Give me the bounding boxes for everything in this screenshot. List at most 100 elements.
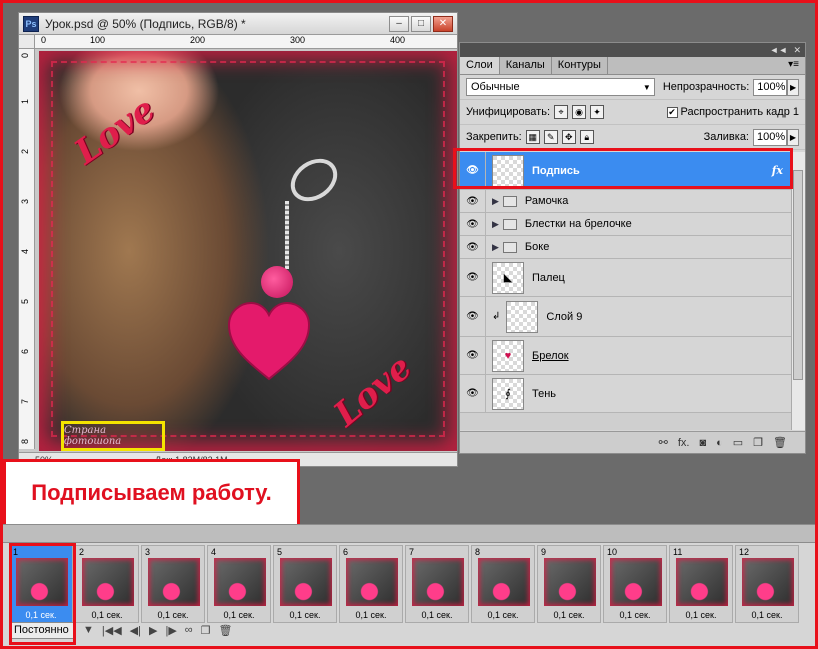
lock-move-icon[interactable]: ✥ — [561, 130, 576, 144]
layer-thumbnail: ∮ — [492, 377, 524, 410]
eye-icon[interactable]: 👁︎ — [460, 259, 486, 296]
ruler-mark: 1 — [20, 99, 30, 105]
eye-icon[interactable]: 👁︎ — [460, 213, 486, 235]
frame-number: 3 — [145, 547, 151, 557]
unify-visibility-icon[interactable]: ◉ — [572, 105, 587, 119]
loop-select[interactable]: Постоянно — [9, 621, 75, 639]
animation-frame[interactable]: 6 0,1 сек. — [339, 545, 403, 623]
new-layer-icon[interactable]: ❐ — [753, 436, 763, 449]
animation-frame[interactable]: 5 0,1 сек. — [273, 545, 337, 623]
expand-triangle-icon[interactable]: ▶ — [492, 219, 499, 230]
frame-delay[interactable]: 0,1 сек. — [274, 610, 336, 620]
unify-position-icon[interactable]: ⌖ — [554, 105, 569, 119]
scrollbar-thumb[interactable] — [793, 170, 803, 380]
frame-number: 1 — [13, 547, 19, 557]
panel-close-icon[interactable]: ✕ — [793, 45, 801, 56]
animation-frame[interactable]: 1 0,1 сек. — [9, 545, 73, 623]
first-frame-icon[interactable]: |◀◀ — [102, 624, 122, 637]
frame-delay[interactable]: 0,1 сек. — [670, 610, 732, 620]
animation-frame[interactable]: 11 0,1 сек. — [669, 545, 733, 623]
frame-delay[interactable]: 0,1 сек. — [10, 610, 72, 620]
layer-item[interactable]: 👁︎ ◣ Палец — [460, 259, 791, 297]
animation-frame[interactable]: 4 0,1 сек. — [207, 545, 271, 623]
layer-name: Боке — [524, 241, 550, 253]
collapse-icon[interactable]: ◄◄ — [770, 45, 788, 55]
animation-frame[interactable]: 9 0,1 сек. — [537, 545, 601, 623]
play-icon[interactable]: ▶ — [149, 624, 157, 637]
lock-all-icon[interactable]: 🔒︎ — [579, 130, 594, 144]
maximize-button[interactable]: □ — [411, 15, 431, 32]
panel-menu-icon[interactable]: ▾≡ — [782, 57, 805, 74]
layer-group[interactable]: 👁︎ ▶ Блестки на брелочке — [460, 213, 791, 236]
frame-delay[interactable]: 0,1 сек. — [76, 610, 138, 620]
close-button[interactable]: ✕ — [433, 15, 453, 32]
unify-row: Унифицировать: ⌖ ◉ ✦ ✔ Распространить ка… — [460, 100, 805, 125]
delete-frame-icon[interactable]: 🗑︎ — [219, 624, 233, 637]
duplicate-frame-icon[interactable]: ❐ — [201, 624, 211, 637]
tab-channels[interactable]: Каналы — [499, 57, 552, 74]
animation-frame[interactable]: 2 0,1 сек. — [75, 545, 139, 623]
expand-triangle-icon[interactable]: ▶ — [492, 196, 499, 207]
minimize-button[interactable]: – — [389, 15, 409, 32]
vertical-ruler[interactable]: 0 1 2 3 4 5 6 7 8 — [19, 49, 35, 449]
layer-group[interactable]: 👁︎ ▶ Рамочка — [460, 190, 791, 213]
mask-icon[interactable]: ◙ — [699, 437, 706, 449]
prev-frame-icon[interactable]: ◀| — [130, 624, 141, 637]
layer-item[interactable]: 👁︎ ∮ Тень — [460, 375, 791, 413]
layer-item[interactable]: 👁︎ Подпись fx — [460, 152, 791, 190]
next-frame-icon[interactable]: |▶ — [165, 624, 176, 637]
frame-delay[interactable]: 0,1 сек. — [472, 610, 534, 620]
frame-delay[interactable]: 0,1 сек. — [406, 610, 468, 620]
frame-delay[interactable]: 0,1 сек. — [736, 610, 798, 620]
adjustment-icon[interactable]: ◐ — [716, 437, 723, 449]
layers-panel: ◄◄ ✕ Слои Каналы Контуры ▾≡ Обычные Непр… — [459, 42, 806, 454]
link-icon[interactable]: ⚯ — [659, 436, 668, 449]
document-canvas[interactable]: Love Love Страна фотошопа — [39, 51, 457, 451]
document-titlebar[interactable]: Ps Урок.psd @ 50% (Подпись, RGB/8) * – □… — [19, 13, 457, 35]
trash-icon[interactable]: 🗑︎ — [773, 436, 787, 449]
fill-input[interactable]: 100% — [753, 128, 787, 146]
layer-item[interactable]: 👁︎ ↲ Слой 9 — [460, 297, 791, 337]
tab-layers[interactable]: Слои — [460, 57, 500, 74]
eye-icon[interactable]: 👁︎ — [460, 337, 486, 374]
opacity-input[interactable]: 100% — [753, 78, 788, 96]
layers-scrollbar[interactable] — [791, 152, 805, 430]
frame-delay[interactable]: 0,1 сек. — [208, 610, 270, 620]
animation-frame[interactable]: 3 0,1 сек. — [141, 545, 205, 623]
new-group-icon[interactable]: ▭ — [733, 436, 743, 449]
eye-icon[interactable]: 👁︎ — [460, 190, 486, 212]
layer-item[interactable]: 👁︎ ♥ Брелок — [460, 337, 791, 375]
frame-delay[interactable]: 0,1 сек. — [340, 610, 402, 620]
tab-paths[interactable]: Контуры — [551, 57, 608, 74]
horizontal-ruler[interactable]: 0 100 200 300 400 — [35, 35, 457, 49]
opacity-arrow[interactable]: ▶ — [787, 78, 799, 96]
loop-dropdown-icon[interactable]: ▼ — [83, 624, 94, 636]
frame-delay[interactable]: 0,1 сек. — [142, 610, 204, 620]
blend-mode-select[interactable]: Обычные — [466, 78, 655, 96]
layer-group[interactable]: 👁︎ ▶ Боке — [460, 236, 791, 259]
fill-arrow[interactable]: ▶ — [787, 128, 799, 146]
lock-brush-icon[interactable]: ✎ — [543, 130, 558, 144]
eye-icon[interactable]: 👁︎ — [460, 152, 486, 189]
propagate-checkbox[interactable]: ✔ — [666, 106, 678, 118]
animation-frame[interactable]: 12 0,1 сек. — [735, 545, 799, 623]
tween-icon[interactable]: ∞ — [185, 624, 193, 636]
animation-frame[interactable]: 10 0,1 сек. — [603, 545, 667, 623]
frame-delay[interactable]: 0,1 сек. — [538, 610, 600, 620]
unify-style-icon[interactable]: ✦ — [590, 105, 605, 119]
folder-icon — [502, 195, 517, 207]
frame-thumbnail — [214, 558, 266, 606]
eye-icon[interactable]: 👁︎ — [460, 297, 486, 336]
fx-icon[interactable]: fx — [772, 164, 783, 177]
panel-header[interactable]: ◄◄ ✕ — [460, 43, 805, 57]
eye-icon[interactable]: 👁︎ — [460, 375, 486, 412]
fx-menu-icon[interactable]: fx. — [678, 437, 690, 449]
eye-icon[interactable]: 👁︎ — [460, 236, 486, 258]
lock-transparency-icon[interactable]: ▦ — [525, 130, 540, 144]
animation-frame[interactable]: 8 0,1 сек. — [471, 545, 535, 623]
animation-frame[interactable]: 7 0,1 сек. — [405, 545, 469, 623]
frame-number: 7 — [409, 547, 415, 557]
ruler-mark: 0 — [20, 53, 30, 59]
frame-delay[interactable]: 0,1 сек. — [604, 610, 666, 620]
expand-triangle-icon[interactable]: ▶ — [492, 242, 499, 253]
